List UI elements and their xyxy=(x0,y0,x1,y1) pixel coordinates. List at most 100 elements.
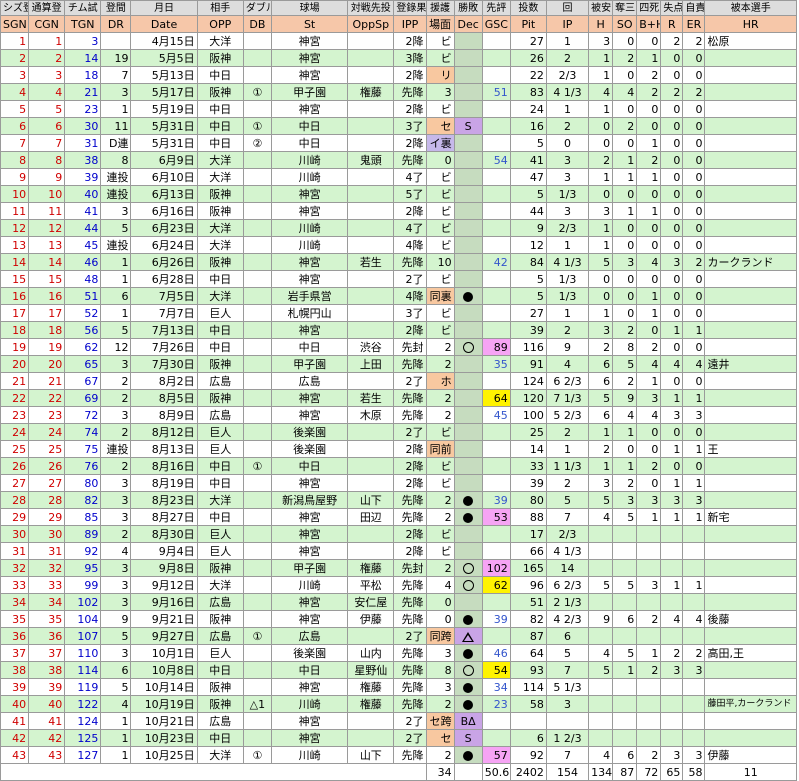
cell-st: 神宮 xyxy=(270,712,349,730)
cell-r: 0 xyxy=(660,287,684,305)
cell-so: 0 xyxy=(612,304,638,322)
cell-scene: ビ xyxy=(425,49,455,67)
cell-tgn: 82 xyxy=(64,491,102,509)
cell-oppsp xyxy=(347,474,395,492)
cell-r xyxy=(660,593,684,611)
cell-hr xyxy=(704,389,797,407)
cell-st: 中日 xyxy=(270,338,349,356)
cell-st: 神宮 xyxy=(270,32,349,50)
table-row: 3 3 18 7 5月13日 中日 神宮 2降リ 22 2/3 1 0 2 0 0 xyxy=(0,66,797,84)
cell-db xyxy=(242,712,272,730)
cell-dr: 19 xyxy=(100,49,132,67)
cell-bh: 1 xyxy=(636,644,662,662)
cell-pit: 165 xyxy=(509,559,547,577)
cell-so: 5 xyxy=(612,644,638,662)
cell-er: 0 xyxy=(682,134,706,152)
cell-ip: 3 xyxy=(545,151,590,169)
cell-opp: 阪神 xyxy=(196,253,244,271)
cell-r: 1 xyxy=(660,474,684,492)
cell-sgn: 11 xyxy=(0,202,30,220)
cell-dr: 2 xyxy=(100,457,132,475)
cell-pit: 12 xyxy=(509,236,547,254)
cell-scene: ビ xyxy=(425,457,455,475)
cell-h: 0 xyxy=(588,134,614,152)
cell-db xyxy=(242,304,272,322)
cell-cgn: 17 xyxy=(28,304,66,322)
table-row: 12 12 44 5 6月23日 大洋 川崎 4了ビ 9 2/3 1 0 0 0 0 xyxy=(0,219,797,237)
cell-dec xyxy=(453,202,483,220)
cell-date: 7月26日 xyxy=(130,338,198,356)
cell-pit: 33 xyxy=(509,457,547,475)
cell-hr: 高田,王 xyxy=(704,644,797,662)
cell-ip: 4 1/3 xyxy=(545,253,590,271)
cell-er: 0 xyxy=(682,270,706,288)
cell-opp: 大洋 xyxy=(196,168,244,186)
table-row: 6 6 30 11 5月31日 中日 ① 中日 3了セ S 16 2 0 2 0 0 0 xyxy=(0,117,797,135)
cell-ipp: 先降 xyxy=(393,253,427,271)
cell-so: 0 xyxy=(612,236,638,254)
cell-tgn: 76 xyxy=(64,457,102,475)
cell-ip: 6 2/3 xyxy=(545,372,590,390)
cell-cgn: 25 xyxy=(28,440,66,458)
cell-scene: ビ xyxy=(425,100,455,118)
cell-dr: 7 xyxy=(100,66,132,84)
cell-bh: 3 xyxy=(636,389,662,407)
cell-cgn: 32 xyxy=(28,559,66,577)
cell-db xyxy=(242,202,272,220)
cell-st: 甲子園 xyxy=(270,559,349,577)
table-row: 21 21 67 2 8月2日 広島 広島 2了ホ 124 6 2/3 6 2 1 0 0 xyxy=(0,372,797,390)
cell-date: 8月2日 xyxy=(130,372,198,390)
cell-ipp: 2了 xyxy=(393,423,427,441)
cell-db xyxy=(242,355,272,373)
cell-date: 8月16日 xyxy=(130,457,198,475)
circle-icon xyxy=(453,661,483,679)
cell-gsc xyxy=(481,627,511,645)
cell-oppsp: 伊藤 xyxy=(347,610,395,628)
header-jp-cell: シズ登 xyxy=(0,0,30,16)
cell-er: 4 xyxy=(682,610,706,628)
cell-ipp: 2了 xyxy=(393,270,427,288)
cell-ipp: 先降 xyxy=(393,644,427,662)
cell-db xyxy=(242,372,272,390)
cell-bh: 1 xyxy=(636,304,662,322)
cell-so: 0 xyxy=(612,134,638,152)
cell-so: 2 xyxy=(612,372,638,390)
header-en-cell: B+H xyxy=(636,15,662,33)
cell-db xyxy=(242,423,272,441)
cell-ipp: 2降 xyxy=(393,66,427,84)
header-en-cell: H xyxy=(588,15,614,33)
cell-dec xyxy=(453,236,483,254)
cell-scene: ビ xyxy=(425,304,455,322)
cell-h: 4 xyxy=(588,508,614,526)
table-row: 23 23 72 3 8月9日 広島 神宮 木原 先降 2 45 100 5 2/3 6 4 4 3 3 xyxy=(0,406,797,424)
cell-r: 1 xyxy=(660,440,684,458)
cell-date: 4月15日 xyxy=(130,32,198,50)
cell-ip: 0 xyxy=(545,134,590,152)
cell-hr xyxy=(704,100,797,118)
table-row: 14 14 46 1 6月26日 阪神 神宮 若生 先降 10 42 84 4 1/3 5 3 4 3 2 カークラ… xyxy=(0,253,797,271)
cell-pit: 26 xyxy=(509,49,547,67)
cell-date: 7月7日 xyxy=(130,304,198,322)
cell-dr: 連投 xyxy=(100,168,132,186)
cell-dr: 連投 xyxy=(100,185,132,203)
cell-date: 8月12日 xyxy=(130,423,198,441)
cell-h: 3 xyxy=(588,32,614,50)
cell-ip: 3 xyxy=(545,168,590,186)
cell-h: 3 xyxy=(588,202,614,220)
cell-sgn: 22 xyxy=(0,389,30,407)
cell-scene: 0 xyxy=(425,593,455,611)
cell-so xyxy=(612,627,638,645)
cell-so: 0 xyxy=(612,287,638,305)
cell-sgn: 23 xyxy=(0,406,30,424)
cell-ipp: 2降 xyxy=(393,134,427,152)
cell-oppsp xyxy=(347,100,395,118)
cell-date: 5月13日 xyxy=(130,66,198,84)
cell-hr xyxy=(704,185,797,203)
cell-bh: 1 xyxy=(636,202,662,220)
cell-hr: 後藤 xyxy=(704,610,797,628)
cell-db xyxy=(242,593,272,611)
cell-db xyxy=(242,661,272,679)
cell-date: 5月19日 xyxy=(130,100,198,118)
cell-opp: 中日 xyxy=(196,134,244,152)
cell-hr xyxy=(704,372,797,390)
